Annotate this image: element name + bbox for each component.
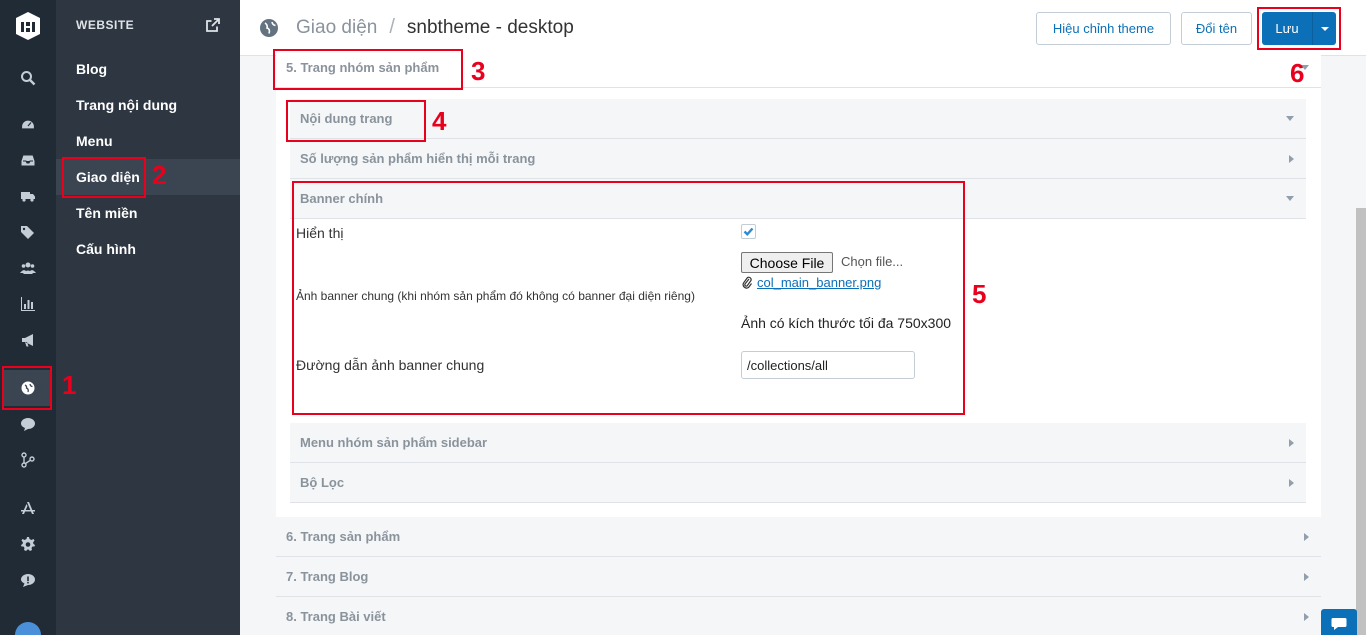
gear-icon[interactable] <box>16 532 40 556</box>
rename-button[interactable]: Đổi tên <box>1181 12 1252 45</box>
chevron-right-icon <box>1289 478 1294 487</box>
annotation-box-3 <box>273 49 463 90</box>
subsection-filter[interactable]: Bộ Lọc <box>290 463 1306 503</box>
search-icon[interactable] <box>16 66 40 90</box>
section-title: 7. Trang Blog <box>286 569 369 584</box>
chevron-down-icon <box>1286 196 1294 201</box>
logo-icon[interactable] <box>12 8 44 42</box>
dashboard-icon[interactable] <box>16 113 40 137</box>
annotation-number-6: 6 <box>1290 58 1305 88</box>
icon-rail <box>0 0 56 635</box>
nav-item-menu[interactable]: Menu <box>56 123 240 159</box>
website-nav-panel: WEBSITE Blog Trang nội dung Menu Giao di… <box>56 0 240 635</box>
integrations-icon[interactable] <box>16 448 40 472</box>
tags-icon[interactable] <box>16 220 40 244</box>
subsection-products-per-page[interactable]: Số lượng sản phẩm hiển thị mỗi trang <box>290 139 1306 179</box>
account-avatar[interactable] <box>15 622 41 635</box>
subsection-title: Số lượng sản phẩm hiển thị mỗi trang <box>300 151 536 166</box>
annotation-box-5 <box>292 181 965 415</box>
annotation-number-1: 1 <box>62 370 77 400</box>
annotation-number-4: 4 <box>432 106 447 136</box>
subsection-title: Menu nhóm sản phẩm sidebar <box>300 435 488 450</box>
chevron-right-icon <box>1289 154 1294 163</box>
section-product-page[interactable]: 6. Trang sản phẩm <box>276 517 1321 557</box>
support-chat-button[interactable] <box>1321 609 1357 635</box>
megaphone-icon[interactable] <box>16 328 40 352</box>
chevron-right-icon <box>1304 612 1309 621</box>
annotation-box-2 <box>62 157 146 198</box>
subsection-title: Bộ Lọc <box>300 475 345 490</box>
globe-icon <box>260 18 278 37</box>
section-article-page[interactable]: 8. Trang Bài viết <box>276 597 1321 635</box>
feedback-icon[interactable] <box>16 568 40 592</box>
truck-icon[interactable] <box>16 184 40 208</box>
edit-theme-button[interactable]: Hiệu chỉnh theme <box>1036 12 1171 45</box>
annotation-box-6 <box>1257 7 1341 50</box>
page-title: snbtheme - desktop <box>406 16 574 38</box>
nav-header: WEBSITE <box>56 0 240 50</box>
section-title: 8. Trang Bài viết <box>286 609 386 624</box>
nav-item-settings[interactable]: Cấu hình <box>56 231 240 267</box>
chat-bubble-icon[interactable] <box>16 412 40 436</box>
app-store-icon[interactable] <box>16 496 40 520</box>
bar-chart-icon[interactable] <box>16 292 40 316</box>
scrollbar-thumb[interactable] <box>1356 208 1366 635</box>
nav-item-pages[interactable]: Trang nội dung <box>56 87 240 123</box>
section-blog-page[interactable]: 7. Trang Blog <box>276 557 1321 597</box>
chevron-right-icon <box>1289 438 1294 447</box>
annotation-number-3: 3 <box>471 56 486 86</box>
nav-item-blog[interactable]: Blog <box>56 51 240 87</box>
section-title: 6. Trang sản phẩm <box>286 529 401 544</box>
annotation-number-5: 5 <box>972 279 987 309</box>
nav-item-domains[interactable]: Tên miền <box>56 195 240 231</box>
breadcrumb-separator: / <box>389 16 395 38</box>
annotation-number-2: 2 <box>152 160 167 190</box>
users-icon[interactable] <box>16 256 40 280</box>
chat-icon <box>1331 618 1347 630</box>
chevron-down-icon <box>1286 116 1294 121</box>
subsection-sidebar-menu[interactable]: Menu nhóm sản phẩm sidebar <box>290 423 1306 463</box>
nav-section-title: WEBSITE <box>76 18 135 32</box>
inbox-icon[interactable] <box>16 148 40 172</box>
external-link-icon[interactable] <box>206 18 220 32</box>
breadcrumb-section[interactable]: Giao diện <box>296 17 377 39</box>
annotation-box-1 <box>2 366 52 410</box>
chevron-right-icon <box>1304 572 1309 581</box>
chevron-right-icon <box>1304 532 1309 541</box>
annotation-box-4 <box>286 100 426 142</box>
